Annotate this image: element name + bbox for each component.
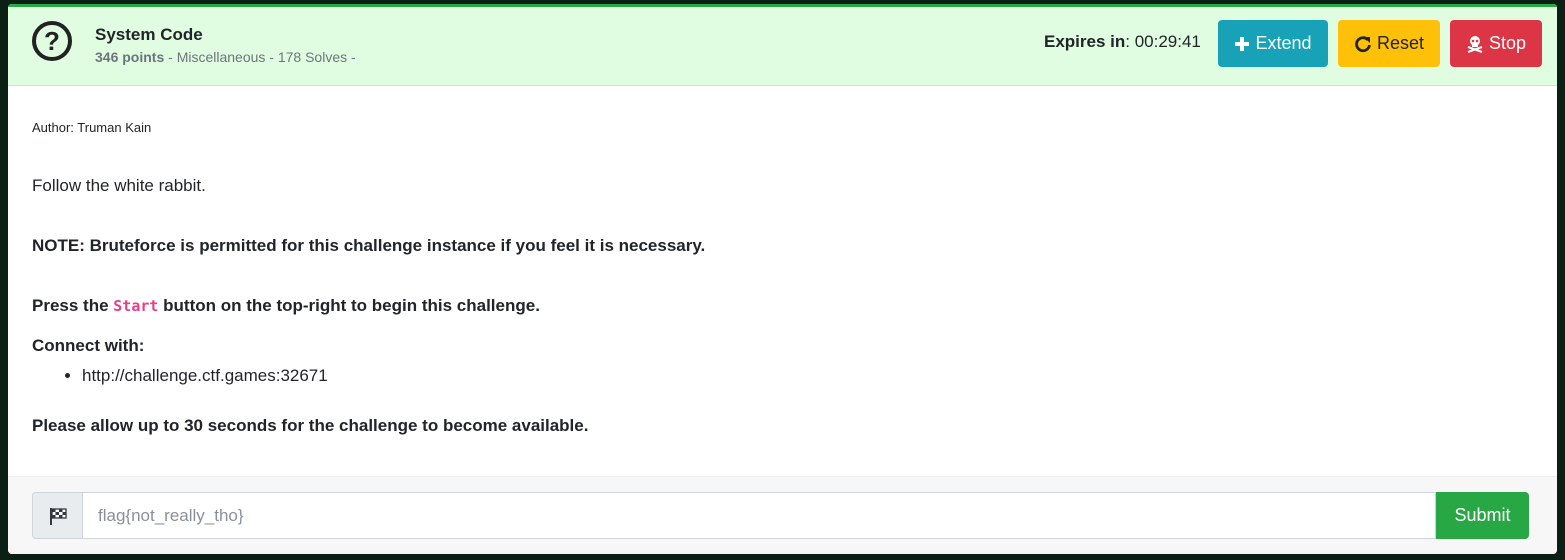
flag-input-group: Submit [32,492,1529,539]
challenge-points: 346 points [95,49,165,65]
start-code: Start [113,297,159,315]
challenge-description: Follow the white rabbit. [32,176,206,195]
plus-icon [1234,36,1250,52]
connect-label: Connect with: [32,336,145,355]
challenge-meta-rest: - Miscellaneous - 178 Solves - [164,49,356,65]
expires-label: Expires in [1044,32,1126,51]
question-circle-icon: ? [32,21,72,61]
start-instructions: Press the Start button on the top-right … [32,296,540,316]
press-pre: Press the [32,296,114,315]
challenge-meta: 346 points - Miscellaneous - 178 Solves … [95,49,356,65]
expires-value: : 00:29:41 [1125,32,1201,51]
challenge-author: Author: Truman Kain [32,120,152,135]
press-post: button on the top-right to begin this ch… [158,296,540,315]
reset-button[interactable]: Reset [1338,20,1440,67]
extend-label: Extend [1255,33,1312,53]
redo-icon [1354,35,1372,53]
flag-submit-bar: Submit [8,476,1557,554]
skull-crossbones-icon [1466,35,1484,53]
flag-input[interactable] [83,492,1436,539]
connection-list: http://challenge.ctf.games:32671 [32,364,328,388]
extend-button[interactable]: Extend [1218,20,1328,67]
checkered-flag-icon [32,492,83,539]
header-accent-bar [8,4,1557,7]
submit-button[interactable]: Submit [1436,492,1529,539]
connection-url: http://challenge.ctf.games:32671 [82,364,328,388]
challenge-header: ? System Code 346 points - Miscellaneous… [8,4,1557,86]
challenge-card: ? System Code 346 points - Miscellaneous… [8,4,1557,554]
expires-timer: Expires in: 00:29:41 [1044,32,1201,52]
availability-note: Please allow up to 30 seconds for the ch… [32,416,589,435]
stop-button[interactable]: Stop [1450,20,1542,67]
challenge-title: System Code [95,25,203,44]
challenge-note: NOTE: Bruteforce is permitted for this c… [32,236,706,255]
reset-label: Reset [1376,33,1425,53]
stop-label: Stop [1488,33,1527,53]
